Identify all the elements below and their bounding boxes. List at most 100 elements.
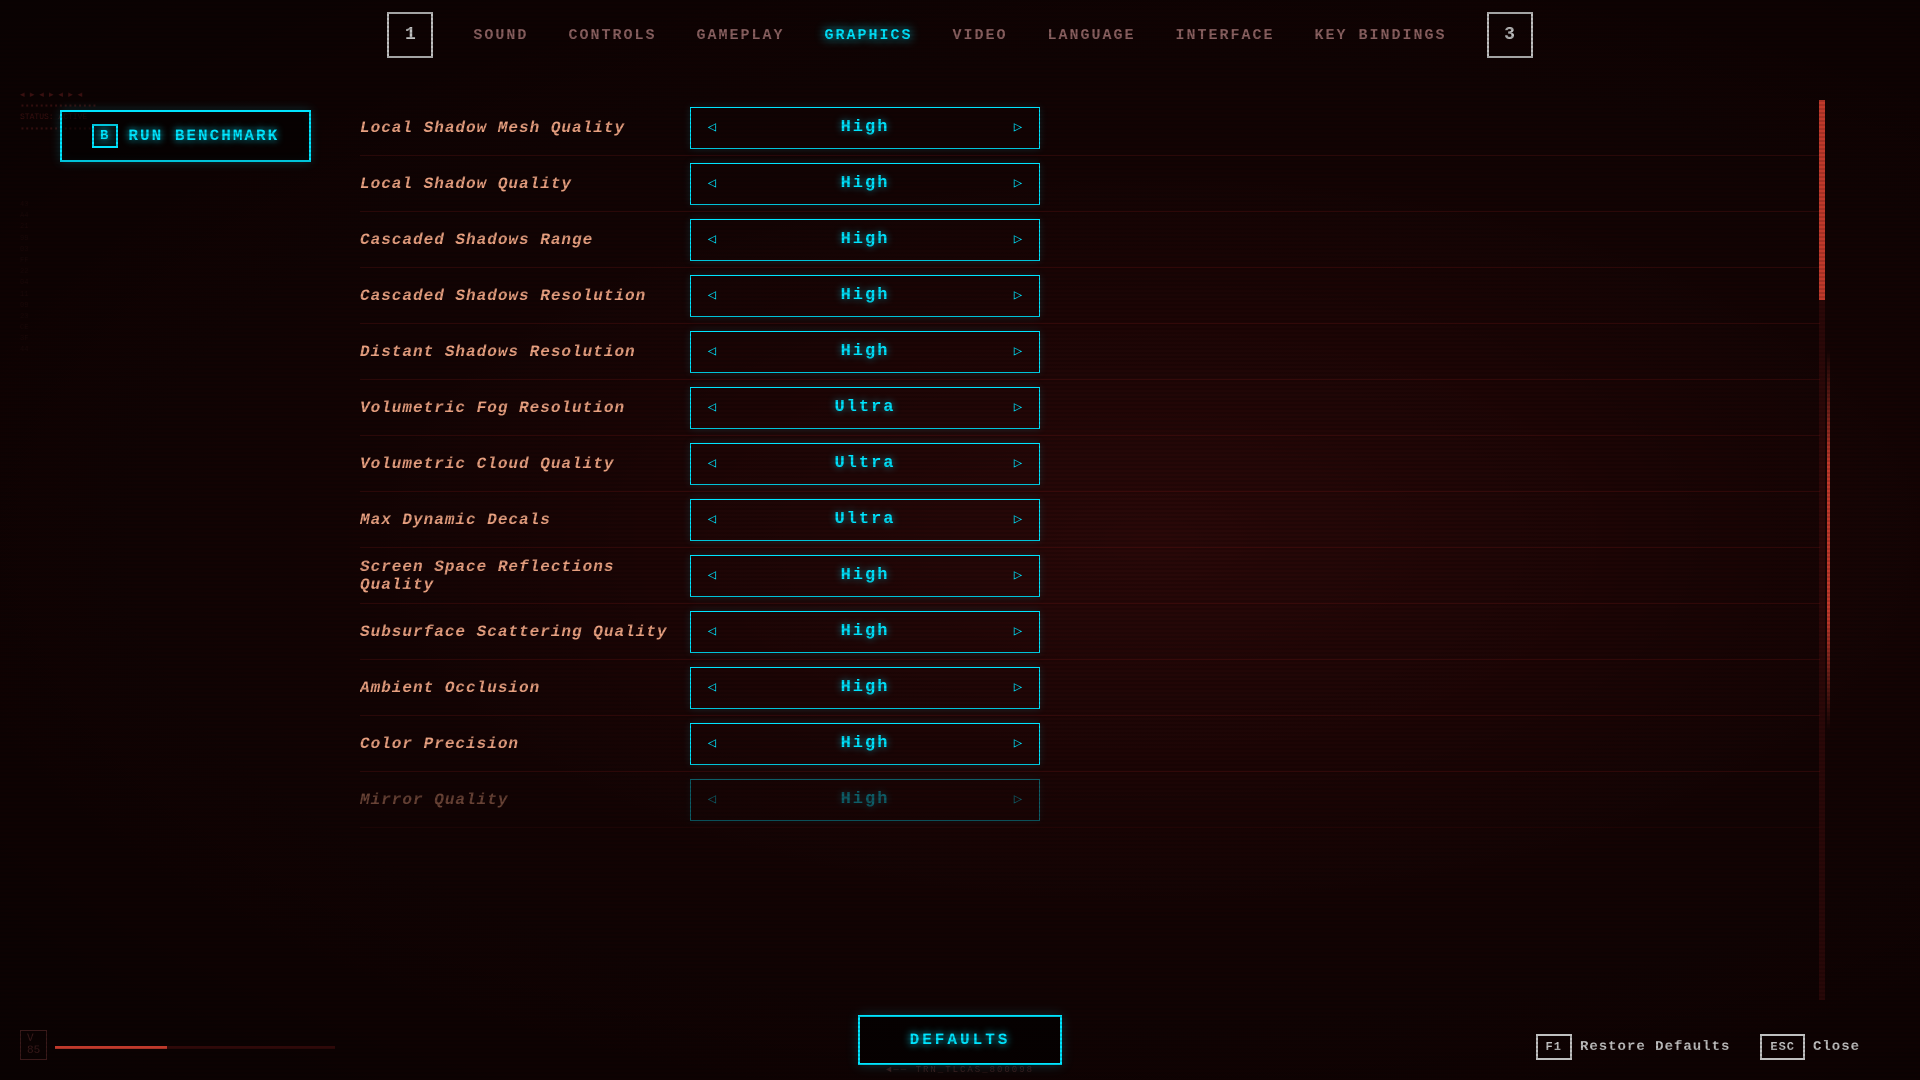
setting-row: Color Precision ◁ High ▷ [360,716,1820,772]
setting-label: Mirror Quality [360,791,690,809]
arrow-left-12[interactable]: ◁ [691,780,733,820]
setting-label: Cascaded Shadows Resolution [360,287,690,305]
benchmark-key: B [92,124,118,148]
setting-value-8: High [733,566,997,585]
arrow-left-6[interactable]: ◁ [691,444,733,484]
left-decoration: 43A4219903FF2204110923CE3F44 [20,200,40,357]
nav-item-graphics[interactable]: GRAPHICS [824,27,912,44]
nav-key-left: 1 [387,12,433,58]
setting-label: Max Dynamic Decals [360,511,690,529]
arrow-left-10[interactable]: ◁ [691,668,733,708]
setting-row: Volumetric Fog Resolution ◁ Ultra ▷ [360,380,1820,436]
setting-label: Local Shadow Quality [360,175,690,193]
arrow-left-7[interactable]: ◁ [691,500,733,540]
arrow-left-5[interactable]: ◁ [691,388,733,428]
setting-control: ◁ High ▷ [690,555,1040,597]
setting-control: ◁ High ▷ [690,107,1040,149]
setting-row: Screen Space Reflections Quality ◁ High … [360,548,1820,604]
setting-value-10: High [733,678,997,697]
setting-value-9: High [733,622,997,641]
setting-row: Local Shadow Quality ◁ High ▷ [360,156,1820,212]
nav-item-controls[interactable]: CONTROLS [568,27,656,44]
arrow-left-4[interactable]: ◁ [691,332,733,372]
arrow-left-11[interactable]: ◁ [691,724,733,764]
arrow-right-6[interactable]: ▷ [997,444,1039,484]
setting-control: ◁ High ▷ [690,163,1040,205]
setting-control: ◁ High ▷ [690,611,1040,653]
setting-value-6: Ultra [733,454,997,473]
setting-row: Max Dynamic Decals ◁ Ultra ▷ [360,492,1820,548]
arrow-right-10[interactable]: ▷ [997,668,1039,708]
setting-control: ◁ Ultra ▷ [690,387,1040,429]
setting-row: Ambient Occlusion ◁ High ▷ [360,660,1820,716]
left-panel: ◄ ► ◄ ► ◄ ► ◄ ▪▪▪▪▪▪▪▪▪▪▪▪▪▪▪▪ STATUS: A… [0,70,340,1080]
setting-value-0: High [733,118,997,137]
setting-value-12: High [733,790,997,809]
setting-control: ◁ High ▷ [690,723,1040,765]
right-accent [1827,350,1830,730]
setting-value-7: Ultra [733,510,997,529]
setting-control: ◁ High ▷ [690,275,1040,317]
setting-row: Distant Shadows Resolution ◁ High ▷ [360,324,1820,380]
arrow-right-4[interactable]: ▷ [997,332,1039,372]
arrow-left-3[interactable]: ◁ [691,276,733,316]
arrow-right-8[interactable]: ▷ [997,556,1039,596]
nav-item-keybindings[interactable]: KEY BINDINGS [1315,27,1447,44]
arrow-left-8[interactable]: ◁ [691,556,733,596]
setting-row: Local Shadow Mesh Quality ◁ High ▷ [360,100,1820,156]
setting-row: Volumetric Cloud Quality ◁ Ultra ▷ [360,436,1820,492]
arrow-right-7[interactable]: ▷ [997,500,1039,540]
setting-label: Screen Space Reflections Quality [360,558,690,594]
arrow-right-1[interactable]: ▷ [997,164,1039,204]
setting-label: Local Shadow Mesh Quality [360,119,690,137]
setting-label: Color Precision [360,735,690,753]
setting-label: Cascaded Shadows Range [360,231,690,249]
settings-list: Local Shadow Mesh Quality ◁ High ▷ Local… [360,100,1820,828]
scrollbar-track[interactable] [1819,100,1825,1000]
arrow-right-12[interactable]: ▷ [997,780,1039,820]
setting-value-3: High [733,286,997,305]
setting-control: ◁ Ultra ▷ [690,499,1040,541]
setting-value-4: High [733,342,997,361]
setting-row: Cascaded Shadows Resolution ◁ High ▷ [360,268,1820,324]
nav-item-language[interactable]: LANGUAGE [1048,27,1136,44]
setting-value-11: High [733,734,997,753]
setting-control: ◁ High ▷ [690,779,1040,821]
setting-control: ◁ Ultra ▷ [690,443,1040,485]
setting-label: Subsurface Scattering Quality [360,623,690,641]
arrow-left-9[interactable]: ◁ [691,612,733,652]
setting-label: Distant Shadows Resolution [360,343,690,361]
setting-value-1: High [733,174,997,193]
arrow-right-3[interactable]: ▷ [997,276,1039,316]
arrow-right-11[interactable]: ▷ [997,724,1039,764]
setting-control: ◁ High ▷ [690,219,1040,261]
setting-row: Mirror Quality ◁ High ▷ [360,772,1820,828]
nav-item-video[interactable]: VIDEO [952,27,1007,44]
setting-row: Subsurface Scattering Quality ◁ High ▷ [360,604,1820,660]
nav-item-interface[interactable]: INTERFACE [1176,27,1275,44]
nav-item-gameplay[interactable]: GAMEPLAY [696,27,784,44]
defaults-button[interactable]: DEFAULTS [858,1015,1063,1065]
arrow-right-2[interactable]: ▷ [997,220,1039,260]
setting-value-5: Ultra [733,398,997,417]
top-navigation: 1 SOUND CONTROLS GAMEPLAY GRAPHICS VIDEO… [0,0,1920,70]
arrow-right-9[interactable]: ▷ [997,612,1039,652]
scrollbar-thumb[interactable] [1819,100,1825,300]
run-benchmark-button[interactable]: B RUN BENCHMARK [60,110,311,162]
settings-area: Local Shadow Mesh Quality ◁ High ▷ Local… [360,100,1820,1000]
nav-item-sound[interactable]: SOUND [473,27,528,44]
setting-value-2: High [733,230,997,249]
arrow-left-0[interactable]: ◁ [691,108,733,148]
arrow-right-0[interactable]: ▷ [997,108,1039,148]
bottom-bar: DEFAULTS [0,1000,1920,1080]
nav-key-right: 3 [1487,12,1533,58]
setting-control: ◁ High ▷ [690,331,1040,373]
setting-label: Volumetric Fog Resolution [360,399,690,417]
setting-label: Ambient Occlusion [360,679,690,697]
arrow-right-5[interactable]: ▷ [997,388,1039,428]
arrow-left-2[interactable]: ◁ [691,220,733,260]
setting-row: Cascaded Shadows Range ◁ High ▷ [360,212,1820,268]
arrow-left-1[interactable]: ◁ [691,164,733,204]
benchmark-label: RUN BENCHMARK [128,127,279,145]
setting-control: ◁ High ▷ [690,667,1040,709]
